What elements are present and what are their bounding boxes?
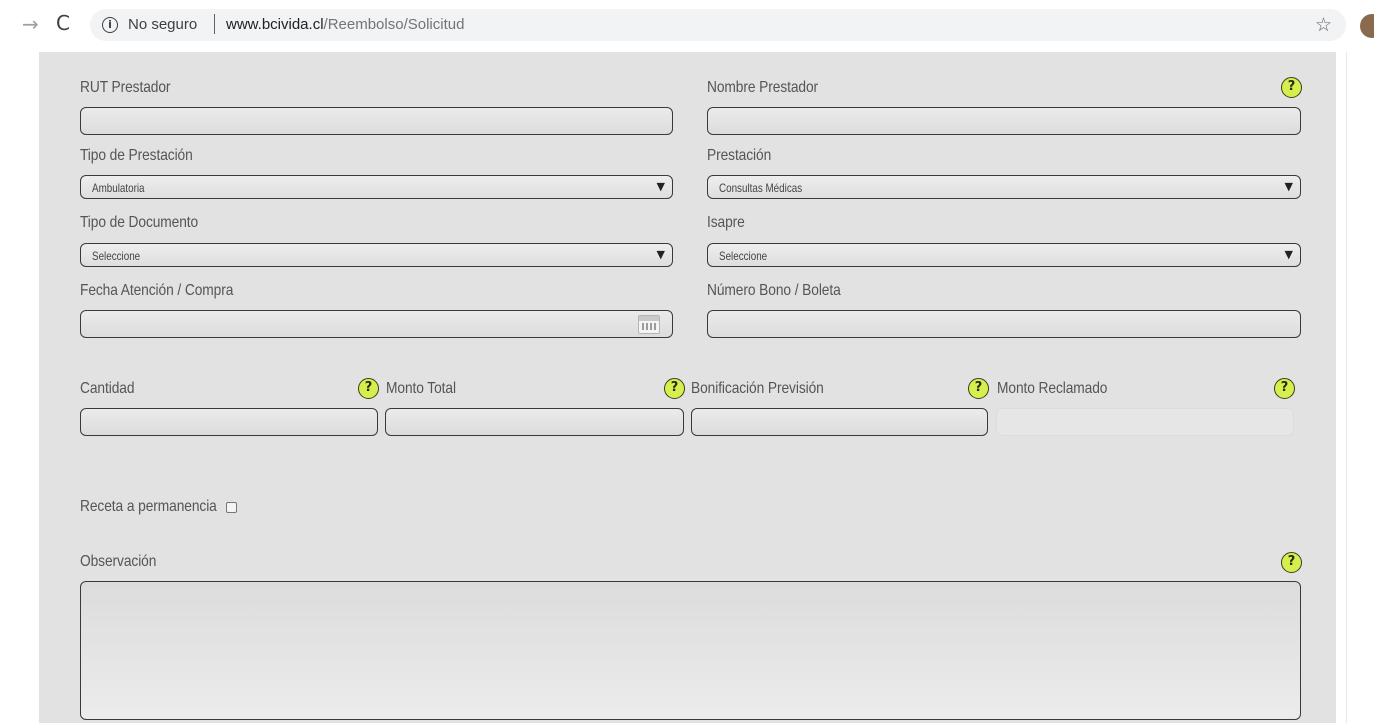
fecha-atencion-input[interactable] (80, 310, 673, 338)
profile-avatar[interactable] (1360, 14, 1374, 38)
isapre-label: Isapre (707, 214, 745, 231)
observacion-textarea[interactable] (80, 581, 1301, 720)
nombre-prestador-help-icon[interactable]: ? (1281, 77, 1302, 98)
page-right-gutter (1346, 52, 1374, 723)
rut-prestador-label: RUT Prestador (80, 79, 171, 96)
receta-permanencia-label: Receta a permanencia (80, 498, 217, 515)
tipo-prestacion-value: Ambulatoria (92, 181, 145, 195)
cantidad-help-icon[interactable]: ? (358, 378, 379, 399)
monto-total-label: Monto Total (386, 380, 456, 397)
reload-icon[interactable]: C (56, 13, 70, 33)
monto-reclamado-help-icon[interactable]: ? (1274, 378, 1295, 399)
security-status[interactable]: No seguro (128, 16, 197, 33)
bonificacion-help-icon[interactable]: ? (968, 378, 989, 399)
tipo-prestacion-select[interactable]: Ambulatoria ▼ (80, 175, 673, 199)
observacion-help-icon[interactable]: ? (1281, 552, 1302, 573)
rut-prestador-input[interactable] (80, 107, 673, 135)
dropdown-arrow-icon: ▼ (656, 248, 665, 261)
fecha-atencion-label: Fecha Atención / Compra (80, 282, 234, 299)
bookmark-star-icon[interactable]: ☆ (1315, 14, 1332, 36)
prestacion-select[interactable]: Consultas Médicas ▼ (707, 175, 1301, 199)
observacion-label: Observación (80, 553, 157, 570)
monto-total-input[interactable] (385, 408, 684, 436)
numero-bono-input[interactable] (707, 310, 1301, 338)
prestacion-value: Consultas Médicas (719, 181, 803, 195)
cantidad-input[interactable] (80, 408, 378, 436)
dropdown-arrow-icon: ▼ (1284, 248, 1293, 261)
browser-toolbar: → C i No seguro www.bcivida.cl/Reembolso… (0, 0, 1374, 52)
bonificacion-prevision-label: Bonificación Previsión (691, 380, 824, 397)
monto-reclamado-label: Monto Reclamado (997, 380, 1108, 397)
cantidad-label: Cantidad (80, 380, 135, 397)
isapre-value: Seleccione (719, 249, 768, 263)
forward-arrow-icon[interactable]: → (22, 14, 39, 34)
dropdown-arrow-icon: ▼ (1284, 180, 1293, 193)
isapre-select[interactable]: Seleccione ▼ (707, 243, 1301, 267)
tipo-documento-label: Tipo de Documento (80, 214, 199, 231)
url-text[interactable]: www.bcivida.cl/Reembolso/Solicitud (226, 16, 464, 33)
omnibox-separator (214, 14, 215, 34)
calendar-icon[interactable] (638, 315, 660, 334)
address-bar[interactable]: i No seguro www.bcivida.cl/Reembolso/Sol… (90, 9, 1346, 41)
prestacion-label: Prestación (707, 147, 772, 164)
url-path: /Reembolso/Solicitud (323, 16, 465, 33)
url-host: www.bcivida.cl (226, 16, 324, 33)
nombre-prestador-input[interactable] (707, 107, 1301, 135)
tipo-documento-select[interactable]: Seleccione ▼ (80, 243, 673, 267)
tipo-documento-value: Seleccione (92, 249, 141, 263)
tipo-prestacion-label: Tipo de Prestación (80, 147, 193, 164)
receta-permanencia-checkbox[interactable] (226, 502, 237, 513)
monto-total-help-icon[interactable]: ? (664, 378, 685, 399)
monto-reclamado-input (996, 408, 1294, 436)
dropdown-arrow-icon: ▼ (656, 180, 665, 193)
bonificacion-prevision-input[interactable] (691, 408, 988, 436)
info-icon[interactable]: i (102, 17, 118, 33)
nombre-prestador-label: Nombre Prestador (707, 79, 819, 96)
numero-bono-label: Número Bono / Boleta (707, 282, 841, 299)
